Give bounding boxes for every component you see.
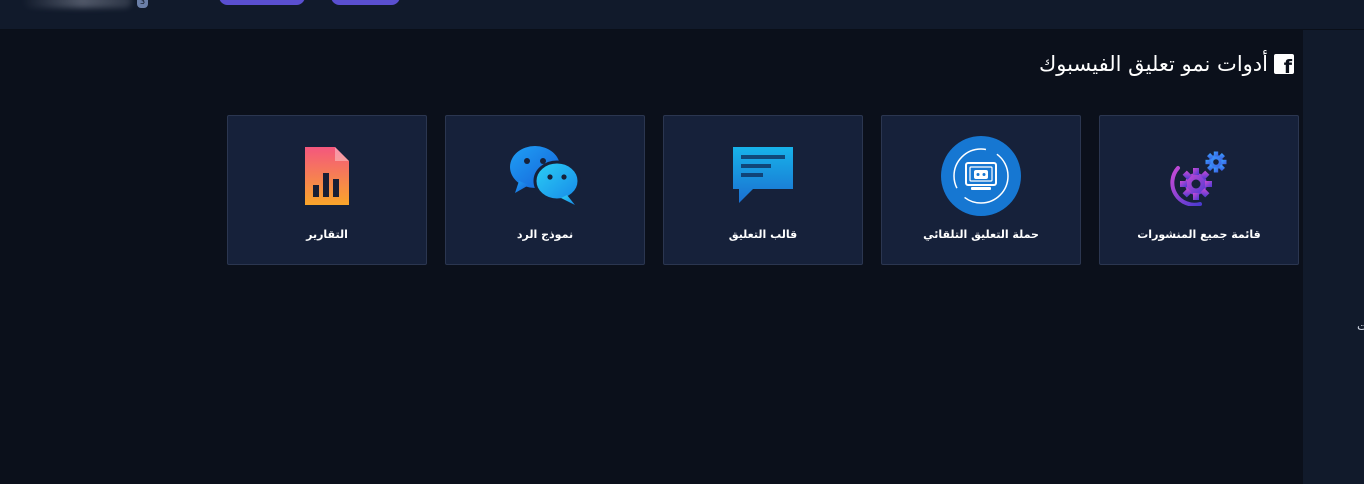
card-reports[interactable]: التقارير — [227, 115, 427, 265]
card-label: التقارير — [306, 228, 348, 241]
right-sidebar: ت — [1303, 30, 1364, 484]
card-comment-template[interactable]: قالب التعليق — [663, 115, 863, 265]
chat-bubbles-icon — [505, 136, 585, 216]
page-title: f أدوات نمو تعليق الفيسبوك — [1039, 52, 1294, 76]
card-label: قائمة جميع المنشورات — [1137, 228, 1261, 241]
topbar-button-secondary[interactable] — [331, 0, 400, 5]
topbar-button-primary[interactable] — [219, 0, 305, 5]
report-file-icon — [287, 136, 367, 216]
notification-badge[interactable]: 3 — [137, 0, 148, 8]
top-navbar: 3 — [0, 0, 1364, 30]
page-title-text: أدوات نمو تعليق الفيسبوك — [1039, 52, 1268, 76]
card-label: نموذج الرد — [516, 228, 574, 241]
card-label: قالب التعليق — [728, 228, 798, 241]
user-name-blurred[interactable] — [22, 0, 132, 8]
card-label: حملة التعليق التلقائي — [923, 228, 1039, 241]
sidebar-text-fragment: ت — [1357, 319, 1364, 333]
card-all-posts[interactable]: قائمة جميع المنشورات — [1099, 115, 1299, 265]
comment-template-icon — [723, 136, 803, 216]
card-reply-model[interactable]: نموذج الرد — [445, 115, 645, 265]
robot-icon — [941, 136, 1021, 216]
gears-icon — [1159, 136, 1239, 216]
facebook-icon: f — [1274, 54, 1294, 74]
card-auto-comment-campaign[interactable]: حملة التعليق التلقائي — [881, 115, 1081, 265]
